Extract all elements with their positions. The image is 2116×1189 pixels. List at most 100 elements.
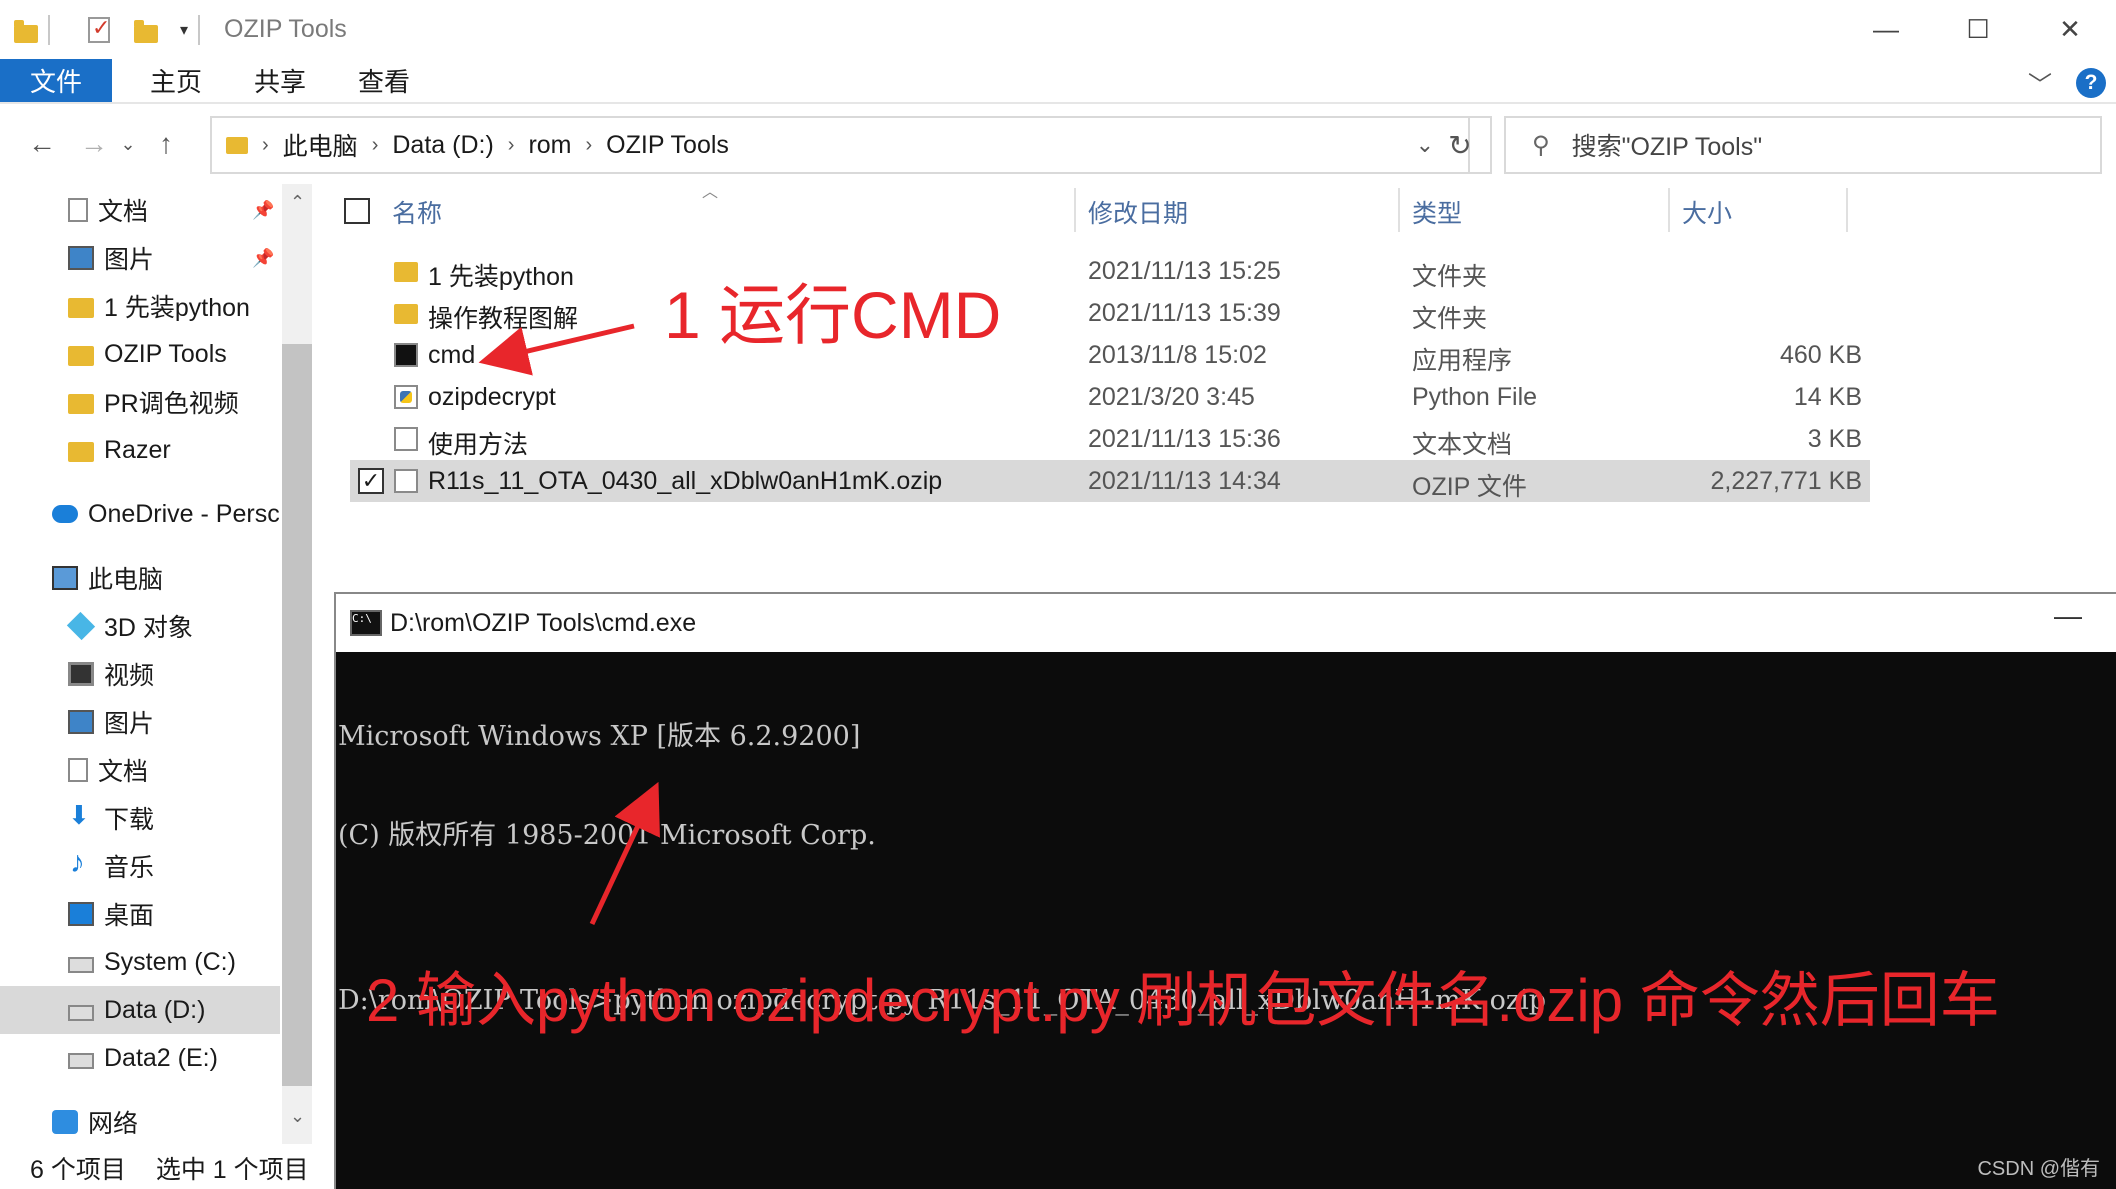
console-line: Microsoft Windows XP [版本 6.2.9200] (338, 721, 861, 752)
quick-access-dropdown-icon[interactable]: ▾ (180, 20, 188, 40)
cmd-window[interactable]: C:\ D:\rom\OZIP Tools\cmd.exe — Microsof… (334, 592, 2116, 1189)
breadcrumb-this-pc[interactable]: 此电脑 (283, 127, 358, 163)
column-divider[interactable] (1668, 188, 1670, 232)
search-input[interactable]: 搜索"OZIP Tools" (1572, 127, 1763, 163)
sidebar-item-system-c[interactable]: System (C:) (0, 938, 280, 986)
divider (48, 14, 50, 45)
breadcrumb-separator-icon[interactable]: › (586, 134, 593, 157)
tab-view[interactable]: 查看 (332, 59, 436, 102)
file-size: 3 KB (1807, 425, 1862, 453)
sidebar-item-downloads[interactable]: 下载 (0, 794, 280, 842)
properties-icon[interactable] (88, 15, 110, 43)
table-row-selected[interactable]: ✓ R11s_11_OTA_0430_all_xDblw0anH1mK.ozip… (350, 460, 1870, 502)
python-file-icon (394, 385, 418, 409)
pin-icon[interactable]: 📌 (252, 248, 274, 269)
new-folder-icon[interactable] (134, 17, 158, 43)
breadcrumb-separator-icon[interactable]: › (262, 134, 269, 157)
tab-share[interactable]: 共享 (228, 59, 332, 102)
console-line: (C) 版权所有 1985-2001 Microsoft Corp. (338, 820, 876, 851)
scroll-down-icon[interactable]: ⌄ (290, 1106, 305, 1127)
table-row[interactable]: ozipdecrypt 2021/3/20 3:45 Python File 1… (350, 376, 1870, 418)
file-name: 1 先装python (428, 263, 574, 291)
table-row[interactable]: cmd 2013/11/8 15:02 应用程序 460 KB (350, 334, 1870, 376)
table-row[interactable]: 操作教程图解 2021/11/13 15:39 文件夹 (350, 292, 1870, 334)
sidebar-item-label: Razer (104, 435, 171, 464)
tab-home[interactable]: 主页 (124, 59, 228, 102)
sidebar-item-data2-e[interactable]: Data2 (E:) (0, 1034, 280, 1082)
search-icon: ⚲ (1532, 131, 1550, 159)
table-row[interactable]: 1 先装python 2021/11/13 15:25 文件夹 (350, 250, 1870, 292)
music-icon (68, 846, 94, 880)
help-icon[interactable]: ? (2076, 67, 2106, 98)
sidebar-item-ozip-tools[interactable]: OZIP Tools (0, 330, 280, 378)
sidebar-item-data-d[interactable]: Data (D:) (0, 986, 280, 1034)
minimize-button[interactable]: — (1840, 0, 1932, 59)
sidebar-item-razer[interactable]: Razer (0, 426, 280, 474)
console-output[interactable]: Microsoft Windows XP [版本 6.2.9200] (C) 版… (336, 654, 2116, 1189)
search-box[interactable]: ⚲ 搜索"OZIP Tools" (1504, 116, 2102, 174)
column-divider[interactable] (1398, 188, 1400, 232)
column-header-row: ︿ 名称 修改日期 类型 大小 (330, 180, 1870, 240)
sidebar-item-pictures-pinned[interactable]: 图片 📌 (0, 234, 280, 282)
sidebar-item-this-pc[interactable]: 此电脑 (0, 554, 280, 602)
file-list: ︿ 名称 修改日期 类型 大小 1 先装python 2021/11/13 15… (330, 180, 2116, 580)
column-date-modified[interactable]: 修改日期 (1088, 194, 1188, 230)
address-bar[interactable]: › 此电脑 › Data (D:) › rom › OZIP Tools ⌄ (210, 116, 1470, 174)
ribbon-right: ﹀ ? (2028, 65, 2106, 100)
minimize-button[interactable]: — (2054, 600, 2082, 632)
table-row[interactable]: 使用方法 2021/11/13 15:36 文本文档 3 KB (350, 418, 1870, 460)
back-arrow-icon[interactable]: ← (20, 128, 64, 160)
breadcrumb-separator-icon[interactable]: › (508, 134, 515, 157)
folder-icon (14, 17, 38, 43)
column-name[interactable]: 名称 (392, 194, 442, 230)
up-arrow-icon[interactable]: ↑ (144, 128, 188, 160)
close-button[interactable]: ✕ (2024, 0, 2116, 59)
column-size[interactable]: 大小 (1682, 194, 1732, 230)
sidebar-item-install-python[interactable]: 1 先装python (0, 282, 280, 330)
sidebar-item-documents-pinned[interactable]: 文档 📌 (0, 186, 280, 234)
pictures-icon (68, 246, 94, 270)
watermark: CSDN @偕有 (1977, 1158, 2100, 1180)
breadcrumb-data-d[interactable]: Data (D:) (392, 131, 493, 160)
breadcrumb-rom[interactable]: rom (528, 131, 571, 160)
folder-icon (226, 136, 248, 154)
sidebar-item-3d-objects[interactable]: 3D 对象 (0, 602, 280, 650)
tab-file[interactable]: 文件 (0, 59, 113, 102)
sidebar-item-documents[interactable]: 文档 (0, 746, 280, 794)
breadcrumb-separator-icon[interactable]: › (372, 134, 379, 157)
sidebar-item-network[interactable]: 网络 (0, 1098, 280, 1146)
scrollbar-thumb[interactable] (282, 344, 312, 1086)
refresh-icon[interactable]: ↻ (1430, 116, 1492, 174)
column-type[interactable]: 类型 (1412, 194, 1462, 230)
row-checkbox[interactable]: ✓ (358, 468, 384, 494)
sidebar-item-label: 3D 对象 (104, 614, 193, 642)
select-all-checkbox[interactable] (344, 198, 370, 224)
folder-icon (68, 394, 94, 414)
document-icon (68, 198, 88, 222)
videos-icon (68, 662, 94, 686)
breadcrumb-ozip-tools[interactable]: OZIP Tools (606, 131, 729, 160)
file-size: 2,227,771 KB (1710, 467, 1862, 495)
sidebar-item-music[interactable]: 音乐 (0, 842, 280, 890)
cmd-title-bar[interactable]: C:\ D:\rom\OZIP Tools\cmd.exe — (336, 594, 2116, 652)
sidebar-item-pictures[interactable]: 图片 (0, 698, 280, 746)
scroll-up-icon[interactable]: ⌃ (290, 192, 305, 213)
sort-ascending-icon: ︿ (702, 184, 719, 201)
chevron-down-icon[interactable]: ﹀ (2028, 65, 2052, 100)
folder-icon (68, 442, 94, 462)
forward-arrow-icon[interactable]: → (72, 128, 116, 160)
file-name: ozipdecrypt (428, 383, 556, 411)
sidebar-item-desktop[interactable]: 桌面 (0, 890, 280, 938)
file-date: 2013/11/8 15:02 (1088, 341, 1267, 369)
column-divider[interactable] (1846, 188, 1848, 232)
sidebar-item-label: System (C:) (104, 947, 236, 976)
file-icon (394, 469, 418, 493)
recent-locations-chevron-icon[interactable]: ⌄ (116, 134, 140, 155)
column-divider[interactable] (1074, 188, 1076, 232)
sidebar-item-onedrive[interactable]: OneDrive - Persc (0, 490, 280, 538)
maximize-button[interactable]: ☐ (1932, 0, 2024, 59)
sidebar-item-videos[interactable]: 视频 (0, 650, 280, 698)
file-type: Python File (1412, 383, 1538, 411)
sidebar-item-pr-video[interactable]: PR调色视频 (0, 378, 280, 426)
pin-icon[interactable]: 📌 (252, 200, 274, 221)
